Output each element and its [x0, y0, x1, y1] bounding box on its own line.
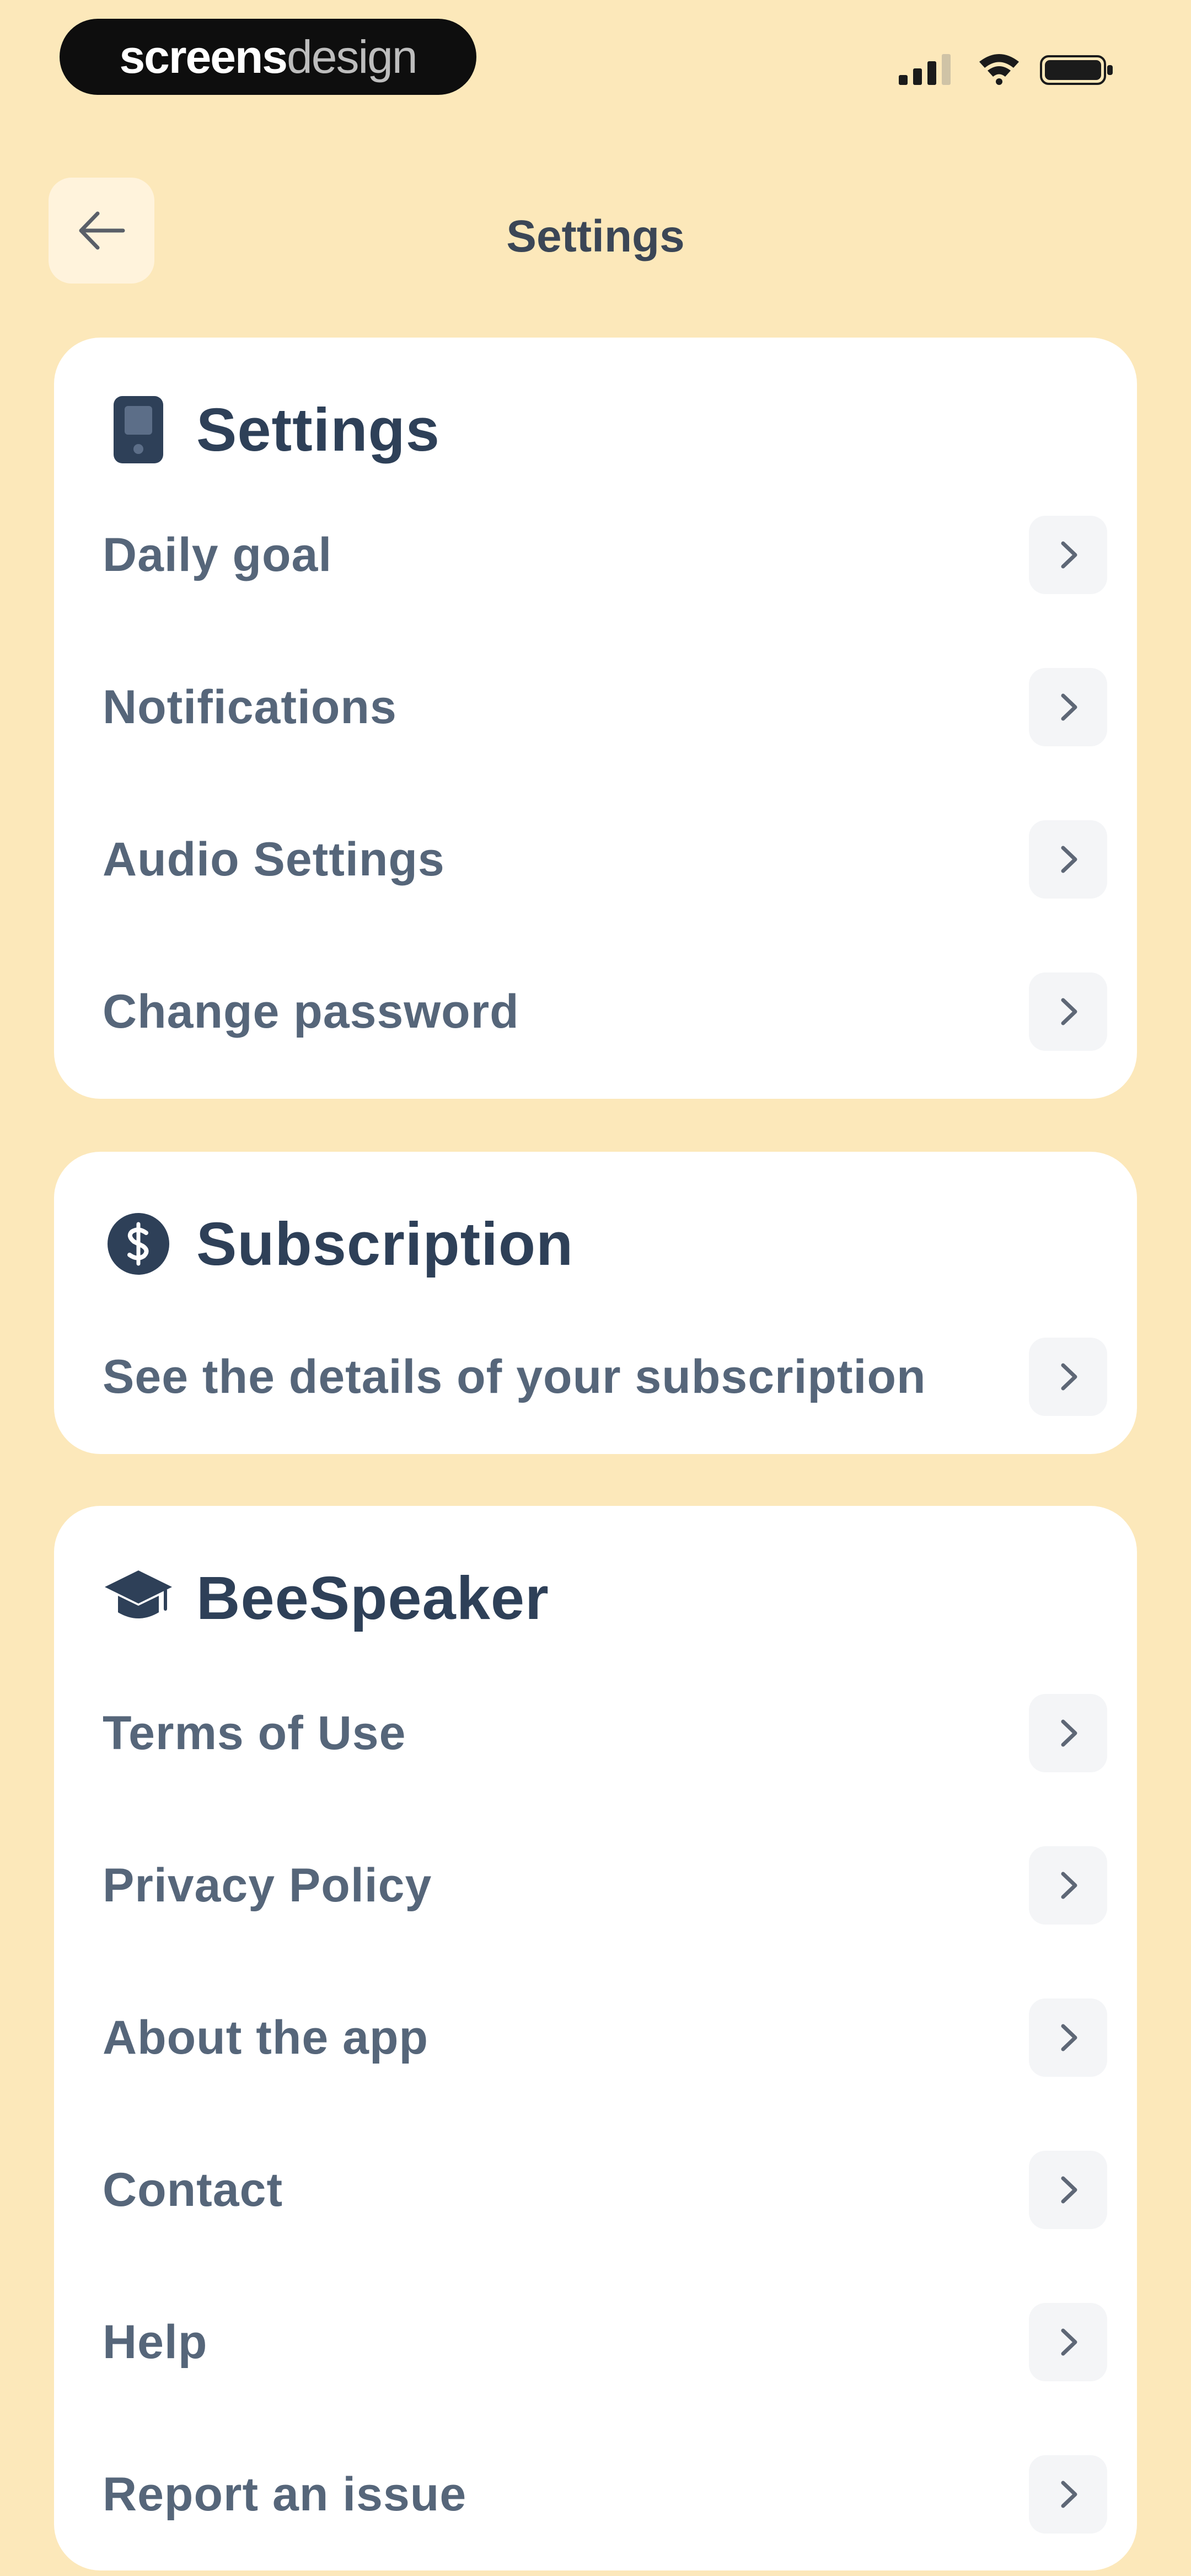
- beespeaker-item-privacy-policy[interactable]: Privacy Policy: [103, 1821, 1144, 1949]
- graduation-cap-icon: [103, 1562, 174, 1634]
- beespeaker-item-label: Contact: [103, 2163, 283, 2216]
- beespeaker-item-contact[interactable]: Contact: [103, 2126, 1144, 2254]
- subscription-card: Subscription See the details of your sub…: [54, 1152, 1137, 1454]
- settings-item-notifications[interactable]: Notifications: [103, 643, 1144, 771]
- battery-icon: [1040, 55, 1113, 85]
- chevron-right-icon: [1029, 2303, 1107, 2381]
- chevron-right-icon: [1029, 820, 1107, 899]
- subscription-item-label: See the details of your subscription: [103, 1350, 926, 1403]
- settings-item-audio-settings[interactable]: Audio Settings: [103, 795, 1144, 923]
- signal-icon: [899, 54, 951, 85]
- chevron-right-icon: [1029, 1998, 1107, 2077]
- settings-item-daily-goal[interactable]: Daily goal: [103, 491, 1144, 619]
- chevron-right-icon: [1029, 2151, 1107, 2229]
- beespeaker-section-title: BeeSpeaker: [196, 1564, 549, 1632]
- arrow-left-icon: [79, 211, 125, 250]
- dollar-coin-icon: [103, 1208, 174, 1280]
- chevron-right-icon: [1029, 668, 1107, 746]
- subscription-section-header: Subscription: [103, 1203, 573, 1285]
- chevron-right-icon: [1029, 972, 1107, 1051]
- subscription-section-title: Subscription: [196, 1210, 574, 1278]
- settings-item-label: Daily goal: [103, 528, 332, 581]
- beespeaker-item-report-an-issue[interactable]: Report an issue: [103, 2430, 1144, 2558]
- settings-card: Settings Daily goal Notifications Audio …: [54, 338, 1137, 1099]
- chevron-right-icon: [1029, 2455, 1107, 2534]
- chevron-right-icon: [1029, 1846, 1107, 1925]
- beespeaker-item-label: Report an issue: [103, 2467, 467, 2521]
- chevron-right-icon: [1029, 1338, 1107, 1416]
- settings-item-label: Notifications: [103, 680, 397, 734]
- brand-logo-light: design: [287, 30, 418, 83]
- phone-icon: [103, 394, 174, 466]
- brand-logo-pill: screens design: [60, 19, 476, 95]
- chevron-right-icon: [1029, 1694, 1107, 1772]
- beespeaker-item-label: Help: [103, 2315, 208, 2369]
- beespeaker-item-label: Privacy Policy: [103, 1858, 432, 1912]
- settings-item-label: Change password: [103, 985, 519, 1038]
- beespeaker-item-about-the-app[interactable]: About the app: [103, 1974, 1144, 2102]
- brand-logo-strong: screens: [119, 30, 288, 83]
- status-bar: screens design: [0, 0, 1191, 127]
- chevron-right-icon: [1029, 516, 1107, 594]
- page-title: Settings: [506, 211, 685, 261]
- beespeaker-item-terms-of-use[interactable]: Terms of Use: [103, 1669, 1144, 1797]
- back-button[interactable]: [49, 178, 154, 284]
- settings-section-title: Settings: [196, 396, 440, 464]
- beespeaker-item-label: About the app: [103, 2011, 429, 2064]
- beespeaker-section-header: BeeSpeaker: [103, 1557, 549, 1639]
- wifi-icon: [979, 54, 1019, 85]
- beespeaker-card: BeeSpeaker Terms of Use Privacy Policy A…: [54, 1506, 1137, 2570]
- subscription-item-details[interactable]: See the details of your subscription: [103, 1313, 1144, 1441]
- settings-item-change-password[interactable]: Change password: [103, 948, 1144, 1076]
- beespeaker-item-label: Terms of Use: [103, 1706, 406, 1760]
- settings-item-label: Audio Settings: [103, 832, 445, 886]
- settings-section-header: Settings: [103, 388, 440, 471]
- beespeaker-item-help[interactable]: Help: [103, 2278, 1144, 2406]
